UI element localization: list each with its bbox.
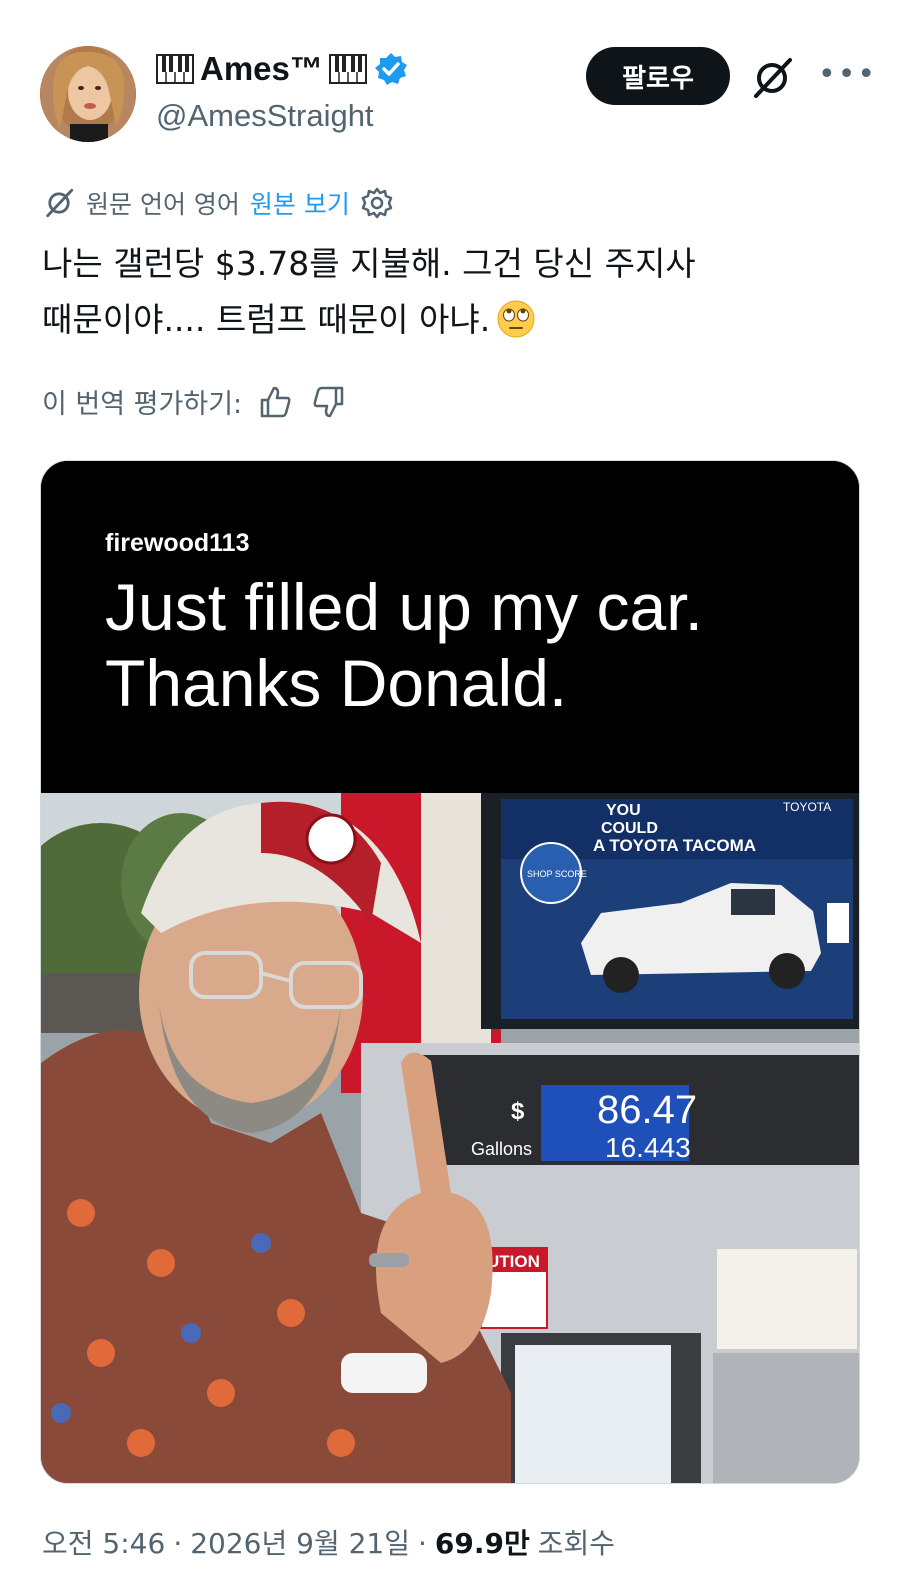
grok-icon[interactable] [748, 54, 796, 102]
media-caption-panel: firewood113 Just filled up my car. Thank… [41, 461, 859, 793]
piano-icon [156, 54, 194, 84]
meta-separator: · [418, 1527, 427, 1560]
view-count-label: 조회수 [537, 1527, 616, 1560]
tweet-date[interactable]: 2026년 9월 21일 [190, 1522, 410, 1562]
pump-dollar-symbol: $ [511, 1098, 525, 1125]
ad-headline-3: A TOYOTA TACOMA [593, 836, 756, 855]
tweet-header: Ames™ @AmesStraight 팔로우 ••• [0, 0, 900, 160]
caution-sticker: UTION [487, 1252, 540, 1271]
user-handle[interactable]: @AmesStraight [156, 98, 374, 134]
thumbs-up-icon[interactable] [258, 384, 294, 420]
show-original-link[interactable]: 원본 보기 [250, 185, 350, 221]
overlay-caption: Just filled up my car. Thanks Donald. [105, 570, 703, 720]
piano-icon [328, 54, 367, 84]
name-row: Ames™ [156, 50, 409, 88]
view-count: 69.9만 [434, 1527, 530, 1560]
translation-bar: 원문 언어 영어 원본 보기 [42, 185, 394, 221]
gas-pump-photo: YOU COULD A TOYOTA TACOMA TOYOTA SHOP SC… [41, 793, 859, 1483]
thumbs-down-icon[interactable] [310, 384, 346, 420]
avatar[interactable] [40, 46, 136, 142]
verified-badge-icon [374, 53, 407, 85]
pump-amount: 86.47 [597, 1088, 697, 1132]
grok-icon [46, 188, 74, 218]
pump-gallons-label: Gallons [471, 1139, 532, 1159]
gear-icon[interactable] [360, 186, 394, 220]
display-name[interactable]: Ames™ [200, 50, 323, 88]
source-language-label: 원문 언어 영어 [86, 190, 240, 219]
tweet-time[interactable]: 오전 5:46 [42, 1522, 165, 1562]
eye-roll-emoji-icon [497, 300, 535, 338]
tweet-meta: 오전 5:46 · 2026년 9월 21일 · 69.9만 조회수 [42, 1522, 615, 1562]
tweet-text: 나는 갤런당 $3.78를 지불해. 그건 당신 주지사 때문이야.... 트럼… [42, 236, 862, 348]
overlay-username: firewood113 [105, 529, 250, 557]
ad-headline-2: COULD [601, 820, 658, 837]
pump-gallons: 16.443 [605, 1132, 691, 1163]
rate-translation-label: 이 번역 평가하기: [42, 389, 243, 420]
ad-brand: TOYOTA [783, 800, 831, 814]
ad-headline-1: YOU [606, 802, 641, 819]
rate-translation: 이 번역 평가하기: [42, 382, 346, 421]
meta-separator: · [173, 1527, 183, 1560]
ad-badge: SHOP SCORE [527, 869, 587, 879]
tweet-body: 나는 갤런당 $3.78를 지불해. 그건 당신 주지사 때문이야.... 트럼… [42, 244, 696, 339]
tweet-media[interactable]: firewood113 Just filled up my car. Thank… [40, 460, 860, 1484]
follow-button[interactable]: 팔로우 [586, 47, 730, 105]
more-options-icon[interactable]: ••• [818, 60, 875, 90]
